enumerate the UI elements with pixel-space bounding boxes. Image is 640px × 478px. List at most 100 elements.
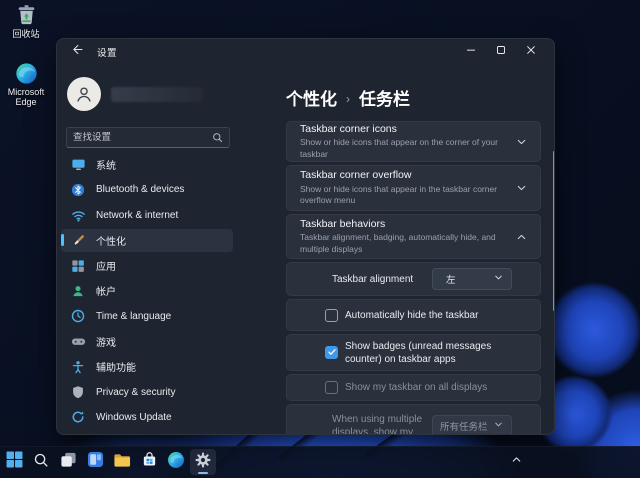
accessibility-person-icon (70, 359, 86, 375)
checkmark-icon (327, 344, 337, 362)
close-button[interactable] (516, 39, 546, 65)
multiple-displays-dropdown[interactable]: 所有任务栏 (432, 415, 512, 435)
row-taskbar-alignment: Taskbar alignment 左 (286, 262, 541, 296)
chevron-down-icon[interactable] (515, 135, 528, 148)
sidebar-item-label: Network & internet (96, 210, 178, 221)
sidebar-item-label: Privacy & security (96, 387, 175, 398)
sidebar-item-personalization[interactable]: 个性化 (61, 229, 233, 252)
start-icon (6, 451, 23, 473)
breadcrumb-separator: › (346, 90, 350, 106)
sidebar-item-label: 游戏 (96, 334, 116, 349)
sidebar-item-system[interactable]: 系统 (61, 153, 233, 176)
edge-taskbar-button[interactable] (163, 449, 189, 475)
file-explorer-button[interactable] (109, 449, 135, 475)
card-title: Taskbar corner icons (300, 123, 506, 137)
card-subtitle: Show or hide icons that appear on the co… (300, 137, 506, 160)
sidebar-item-label: 辅助功能 (96, 359, 136, 374)
row-multiple-displays: When using multiple displays, show my 所有… (286, 404, 541, 435)
search-icon (212, 132, 223, 143)
sidebar-item-privacy-security[interactable]: Privacy & security (61, 381, 233, 404)
task-view-button[interactable] (55, 449, 81, 475)
settings-taskbar-button[interactable] (190, 449, 216, 475)
sidebar-item-label: 帐户 (96, 283, 116, 298)
row-taskbar-all-displays: Show my taskbar on all displays (286, 374, 541, 401)
taskbar-alignment-dropdown[interactable]: 左 (432, 268, 512, 290)
widgets-icon (87, 451, 104, 473)
card-subtitle: Show or hide icons that appear in the ta… (300, 184, 506, 207)
settings-gear-icon (194, 451, 212, 474)
all-displays-checkbox[interactable] (325, 381, 338, 394)
gamepad-icon (70, 334, 86, 350)
desktop-icon-edge[interactable]: Microsoft Edge (0, 62, 52, 108)
sidebar-item-label: Time & language (96, 311, 171, 322)
breadcrumb: 个性化 › 任务栏 (286, 85, 410, 110)
auto-hide-label: Automatically hide the taskbar (345, 309, 500, 322)
bluetooth-icon (70, 182, 86, 198)
sidebar-item-label: 个性化 (96, 233, 126, 248)
card-taskbar-corner-icons[interactable]: Taskbar corner icons Show or hide icons … (286, 121, 541, 162)
selected-accent-pill (61, 234, 64, 246)
avatar (67, 77, 101, 111)
scrollbar[interactable] (553, 151, 555, 311)
sidebar-item-windows-update[interactable]: Windows Update (61, 406, 233, 429)
microsoft-store-button[interactable] (136, 449, 162, 475)
sidebar-item-bluetooth-devices[interactable]: Bluetooth & devices (61, 178, 233, 201)
sidebar: 系统 Bluetooth & devices Network & interne… (57, 65, 285, 434)
clock-icon (70, 308, 86, 324)
accounts-person-icon (70, 283, 86, 299)
show-badges-checkbox[interactable] (325, 346, 338, 359)
taskbar-buttons (1, 449, 216, 475)
minimize-button[interactable] (456, 39, 486, 65)
window-controls (456, 39, 546, 65)
settings-window: 设置 (56, 38, 555, 435)
chevron-up-icon[interactable] (515, 230, 528, 243)
all-displays-label: Show my taskbar on all displays (345, 381, 500, 394)
chevron-down-icon[interactable] (515, 182, 528, 195)
sidebar-item-label: Windows Update (96, 412, 172, 423)
personalization-brush-icon (70, 232, 86, 248)
chevron-down-icon (493, 417, 504, 435)
maximize-icon (494, 43, 508, 62)
page-title: 任务栏 (359, 85, 410, 110)
chevron-up-icon (510, 453, 523, 471)
titlebar: 设置 (57, 39, 554, 65)
back-button[interactable] (63, 41, 91, 63)
card-taskbar-corner-overflow[interactable]: Taskbar corner overflow Show or hide ico… (286, 165, 541, 211)
sidebar-item-time-language[interactable]: Time & language (61, 305, 233, 328)
auto-hide-checkbox[interactable] (325, 309, 338, 322)
desktop-icon-label: 回收站 (0, 29, 52, 39)
breadcrumb-parent[interactable]: 个性化 (286, 85, 337, 110)
card-title: Taskbar corner overflow (300, 169, 506, 183)
card-taskbar-behaviors[interactable]: Taskbar behaviors Taskbar alignment, bad… (286, 214, 541, 259)
update-arrows-icon (70, 409, 86, 425)
maximize-button[interactable] (486, 39, 516, 65)
sidebar-item-accounts[interactable]: 帐户 (61, 279, 233, 302)
edge-icon (167, 451, 185, 474)
system-icon (70, 157, 86, 173)
sidebar-item-label: 应用 (96, 258, 116, 273)
sidebar-item-network-internet[interactable]: Network & internet (61, 204, 233, 227)
close-icon (524, 43, 538, 62)
microsoft-store-icon (141, 451, 158, 473)
user-name-redacted (111, 87, 203, 102)
wifi-icon (70, 207, 86, 223)
chevron-down-icon (493, 270, 504, 288)
search-box (66, 127, 230, 148)
settings-stack: Taskbar corner icons Show or hide icons … (286, 121, 541, 435)
sidebar-item-apps[interactable]: 应用 (61, 254, 233, 277)
taskbar-search-button[interactable] (28, 449, 54, 475)
start-button[interactable] (1, 449, 27, 475)
widgets-button[interactable] (82, 449, 108, 475)
tray-overflow-button[interactable] (503, 449, 529, 475)
sidebar-item-gaming[interactable]: 游戏 (61, 330, 233, 353)
back-arrow-icon (71, 43, 84, 61)
search-icon (33, 452, 49, 473)
desktop-icon-recycle-bin[interactable]: 回收站 (0, 2, 52, 39)
taskbar (0, 446, 640, 478)
sidebar-nav: 系统 Bluetooth & devices Network & interne… (61, 153, 235, 431)
sidebar-item-accessibility[interactable]: 辅助功能 (61, 355, 233, 378)
apps-grid-icon (70, 258, 86, 274)
row-show-badges: Show badges (unread messages counter) on… (286, 334, 541, 371)
search-input[interactable] (67, 132, 212, 143)
user-profile[interactable] (67, 77, 203, 111)
